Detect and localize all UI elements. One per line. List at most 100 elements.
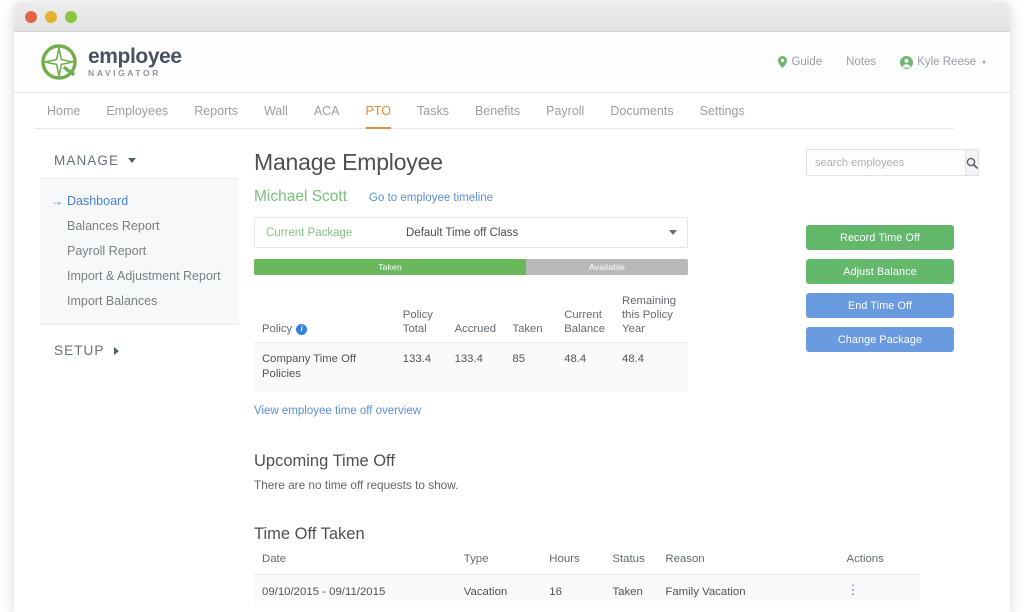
browser-window: employee NAVIGATOR Guide Notes Kyle Rees… [14,2,1010,612]
nav-item-settings[interactable]: Settings [687,95,758,128]
progress-available-label: Available [588,262,626,272]
header-right-menu: Guide Notes Kyle Reese ▾ [778,55,986,69]
policy-table-header-row: Policy i Policy Total Accrued Taken Curre… [254,294,688,343]
sidebar-setup-label: SETUP [54,343,105,358]
progress-taken-label: Taken [378,262,402,272]
current-package-label: Current Package [266,226,353,239]
employee-name: Michael Scott [254,188,348,205]
user-menu[interactable]: Kyle Reese ▾ [900,55,986,69]
sidebar-manage-label: MANAGE [54,153,120,168]
sidebar-item-label: Import Balances [67,293,158,308]
chevron-down-icon: ▾ [981,57,986,67]
sidebar-item-label: Import & Adjustment Report [67,268,221,283]
status-col-header: Status [612,552,645,565]
nav-item-home[interactable]: Home [34,95,93,128]
reason-col-header: Reason [665,552,705,565]
policy-col-header: Policy i [254,294,403,343]
actions-column: Record Time Off Adjust Balance End Time Of… [806,149,979,361]
policy-total-col-header: Policy Total [402,309,433,336]
upcoming-time-off-empty-message: There are no time off requests to show. [254,477,459,492]
taken-col-header: Taken [512,323,543,336]
time-off-progress-bar: Taken Available [254,259,688,275]
taken-cell-actions: ⋮ [838,574,920,610]
policy-cell-remaining: 48.4 [622,353,645,366]
search-employees-box [806,149,979,176]
policy-cell-current-balance: 48.4 [564,353,587,366]
employee-navigator-logo-icon [39,42,79,82]
accrued-col-header: Accrued [454,323,497,336]
nav-item-aca[interactable]: ACA [301,95,353,128]
nav-item-benefits[interactable]: Benefits [462,95,533,128]
sidebar-item-label: Payroll Report [67,243,147,258]
nav-item-employees[interactable]: Employees [93,95,181,128]
search-input[interactable] [806,149,965,176]
avatar [900,55,914,69]
taken-table-body: 09/10/2015 - 09/11/2015 Vacation 16 Taken Fa… [254,574,920,612]
change-package-button[interactable]: Change Package [806,327,954,352]
upcoming-time-off-title: Upcoming Time Off [254,451,395,470]
type-col-header: Type [463,552,489,565]
more-actions-icon[interactable]: ⋮ [846,583,859,596]
table-row: 09/10/2015 - 09/11/2015 Vacation 16 Taken Fa… [254,574,920,610]
chevron-right-icon [113,346,119,355]
arrow-right-icon: → [51,193,63,208]
taken-cell-status: Taken [612,574,666,610]
sidebar-item-import-balances[interactable]: Import Balances [40,288,239,313]
notes-link[interactable]: Notes [846,56,876,68]
sidebar-item-label: Balances Report [67,218,160,233]
user-name: Kyle Reese [917,56,976,68]
taken-cell-date: 09/10/2015 - 09/11/2015 [254,574,464,610]
minimize-window-button[interactable] [45,10,57,23]
employee-timeline-link[interactable]: Go to employee timeline [369,192,493,204]
taken-table-header-row: Date Type Hours Status Reason Actions [254,553,920,575]
current-balance-col-header: Current Balance [564,309,606,336]
sidebar-item-label: Dashboard [67,193,129,208]
close-window-button[interactable] [25,10,37,23]
policy-table-body: Company Time Off Policies 133.4 133.4 85 48.… [254,342,688,392]
end-time-off-button[interactable]: End Time Off [806,293,954,318]
window-titlebar [14,2,1010,32]
nav-item-reports[interactable]: Reports [181,95,251,128]
policy-table-head: Policy i Policy Total Accrued Taken Curre… [254,294,688,343]
sidebar-item-payroll-report[interactable]: Payroll Report [40,238,239,263]
current-package-value: Default Time off Class [406,226,519,239]
sidebar-item-dashboard[interactable]: → Dashboard [40,188,239,213]
policy-cell-accrued: 133.4 [454,353,483,366]
brand-logo[interactable]: employee NAVIGATOR [39,42,182,82]
current-package-select[interactable]: Current Package Default Time off Class [254,217,688,248]
info-icon[interactable]: i [296,323,308,335]
guide-link[interactable]: Guide [778,56,822,68]
search-button[interactable] [965,149,979,176]
nav-item-documents[interactable]: Documents [597,95,686,128]
brand-name: employee [88,45,182,69]
sidebar-item-import-adjustment-report[interactable]: Import & Adjustment Report [40,263,239,288]
maximize-window-button[interactable] [65,10,77,23]
sidebar-manage-list: → Dashboard Balances Report Payroll Report I… [40,178,239,325]
sidebar-group-manage[interactable]: MANAGE [40,149,239,178]
taken-cell-hours: 16 [549,574,613,610]
time-off-taken-table: Date Type Hours Status Reason Actions 09… [254,553,920,612]
guide-label: Guide [791,56,823,68]
brand-subtitle: NAVIGATOR [88,68,161,79]
record-time-off-button[interactable]: Record Time Off [806,225,954,250]
nav-item-payroll[interactable]: Payroll [533,95,597,128]
location-pin-icon [778,56,788,68]
policy-cell-taken: 85 [512,353,525,366]
notes-label: Notes [846,56,877,68]
taken-table-head: Date Type Hours Status Reason Actions [254,553,920,575]
nav-item-pto[interactable]: PTO [353,95,404,129]
sidebar-group-setup[interactable]: SETUP [40,325,239,368]
policy-col-label: Policy [262,323,293,336]
app-header: employee NAVIGATOR Guide Notes Kyle Rees… [14,32,1010,93]
adjust-balance-button[interactable]: Adjust Balance [806,259,954,284]
hours-col-header: Hours [549,552,580,565]
nav-item-tasks[interactable]: Tasks [404,95,462,128]
page-body: MANAGE → Dashboard Balances Report Payroll … [14,129,1010,612]
nav-item-wall[interactable]: Wall [251,95,301,128]
policy-balances-table: Policy i Policy Total Accrued Taken Curre… [254,294,688,392]
table-row: Company Time Off Policies 133.4 133.4 85 48.… [254,342,688,392]
sidebar-item-balances-report[interactable]: Balances Report [40,213,239,238]
time-off-overview-link[interactable]: View employee time off overview [254,405,421,417]
taken-cell-reason: Family Vacation [665,574,839,610]
policy-cell-policy: Company Time Off Policies [262,353,356,380]
